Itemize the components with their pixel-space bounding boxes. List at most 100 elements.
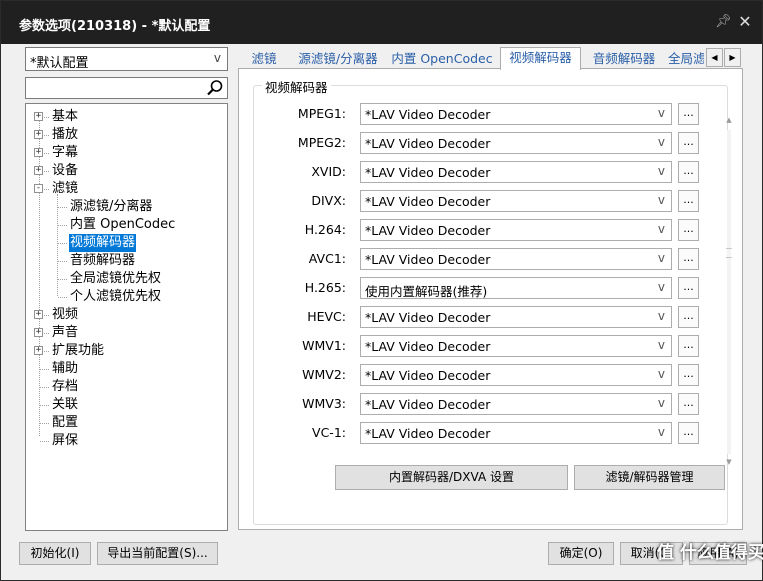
decoder-select-value: *LAV Video Decoder	[365, 223, 491, 238]
ok-button[interactable]: 确定(O)	[548, 542, 614, 565]
tree-item-child[interactable]: 音频解码器	[26, 252, 226, 270]
tab-4[interactable]: 音频解码器	[586, 49, 662, 69]
tree-item-label: 内置 OpenCodec	[70, 217, 176, 232]
group-title: 视频解码器	[262, 77, 331, 96]
video-decoder-group: 视频解码器 ▲ ▼ MPEG1: *LAV Video Decoder v... MP…	[253, 77, 732, 525]
tree-item[interactable]: 辅助	[26, 360, 226, 378]
tab-0[interactable]: 滤镜	[244, 49, 284, 69]
initialize-button[interactable]: 初始化(I)	[19, 542, 91, 565]
close-icon[interactable]: ✕	[735, 12, 755, 32]
decoder-select[interactable]: *LAV Video Decoder v	[360, 132, 672, 154]
chevron-down-icon: v	[657, 135, 665, 149]
tree-item[interactable]: + 扩展功能	[26, 342, 226, 360]
tree-item[interactable]: - 滤镜	[26, 180, 226, 198]
tree-item[interactable]: + 基本	[26, 108, 226, 126]
builtin-decoder-dxva-settings-button[interactable]: 内置解码器/DXVA 设置	[335, 465, 568, 490]
decoder-select-value: *LAV Video Decoder	[365, 310, 491, 325]
decoder-select[interactable]: *LAV Video Decoder v	[360, 248, 672, 270]
tab-1[interactable]: 源滤镜/分离器	[290, 49, 386, 69]
decoder-select[interactable]: *LAV Video Decoder v	[360, 422, 672, 444]
decoder-more-button[interactable]: ...	[678, 364, 699, 386]
scroll-down-icon[interactable]: ▼	[724, 458, 734, 468]
expand-icon[interactable]: +	[34, 328, 43, 337]
search-input[interactable]	[26, 78, 206, 98]
vertical-scrollbar[interactable]: ▲ ▼	[722, 116, 736, 468]
decoder-select-value: *LAV Video Decoder	[365, 368, 491, 383]
tree-item-label: 视频解码器	[69, 234, 137, 252]
tree-item[interactable]: 配置	[26, 414, 226, 432]
decoder-more-button[interactable]: ...	[678, 132, 699, 154]
decoder-more-button[interactable]: ...	[678, 190, 699, 212]
profile-select[interactable]: *默认配置 v	[25, 47, 228, 71]
decoder-select[interactable]: 使用内置解码器(推荐) v	[360, 277, 672, 299]
decoder-select[interactable]: *LAV Video Decoder v	[360, 306, 672, 328]
scroll-grip-icon[interactable]	[726, 248, 732, 258]
tree-item[interactable]: 关联	[26, 396, 226, 414]
decoder-select[interactable]: *LAV Video Decoder v	[360, 393, 672, 415]
decoder-more-button[interactable]: ...	[678, 306, 699, 328]
expand-icon[interactable]: +	[34, 148, 43, 157]
title-bar: 参数选项(210318) - *默认配置 📌︎ ✕	[1, 1, 762, 44]
search-icon[interactable]	[206, 79, 224, 97]
tree-item-label: 扩展功能	[52, 343, 105, 358]
decoder-more-button[interactable]: ...	[678, 219, 699, 241]
decoder-more-button[interactable]: ...	[678, 103, 699, 125]
decoder-format-label: WMV3:	[302, 396, 346, 411]
scroll-track[interactable]	[727, 130, 731, 454]
decoder-select[interactable]: *LAV Video Decoder v	[360, 219, 672, 241]
decoder-select[interactable]: *LAV Video Decoder v	[360, 190, 672, 212]
tab-5[interactable]: 全局滤	[668, 49, 704, 69]
tree-connector-line	[40, 441, 49, 442]
tree-item[interactable]: + 视频	[26, 306, 226, 324]
chevron-down-icon: v	[657, 367, 665, 381]
decoder-format-label: MPEG1:	[297, 106, 346, 121]
scroll-up-icon[interactable]: ▲	[724, 116, 734, 126]
decoder-format-label: XVID:	[311, 164, 346, 179]
tree-item[interactable]: 存档	[26, 378, 226, 396]
tree-connector-line	[58, 225, 67, 226]
decoder-select[interactable]: *LAV Video Decoder v	[360, 335, 672, 357]
decoder-format-label: MPEG2:	[297, 135, 346, 150]
collapse-icon[interactable]: -	[34, 184, 43, 193]
decoder-more-button[interactable]: ...	[678, 277, 699, 299]
expand-icon[interactable]: +	[34, 112, 43, 121]
expand-icon[interactable]: +	[34, 346, 43, 355]
decoder-more-button[interactable]: ...	[678, 393, 699, 415]
tree-item-label: 基本	[52, 109, 79, 124]
tab-scroll-right-icon[interactable]: ▶	[724, 48, 741, 67]
tree-item-child[interactable]: 视频解码器	[26, 234, 226, 252]
decoder-select-value: *LAV Video Decoder	[365, 107, 491, 122]
tab-3[interactable]: 视频解码器	[500, 47, 581, 70]
decoder-more-button[interactable]: ...	[678, 248, 699, 270]
tree-item[interactable]: 屏保	[26, 432, 226, 450]
tree-item[interactable]: + 声音	[26, 324, 226, 342]
tree-item-label: 全局滤镜优先权	[70, 271, 162, 286]
tab-scroll-left-icon[interactable]: ◀	[706, 48, 723, 67]
decoder-more-button[interactable]: ...	[678, 335, 699, 357]
tree-item[interactable]: + 字幕	[26, 144, 226, 162]
decoder-select[interactable]: *LAV Video Decoder v	[360, 364, 672, 386]
tree-connector-line	[58, 297, 67, 298]
chevron-down-icon: v	[657, 309, 665, 323]
tree-item[interactable]: + 设备	[26, 162, 226, 180]
decoder-select[interactable]: *LAV Video Decoder v	[360, 103, 672, 125]
search-field[interactable]	[25, 77, 228, 99]
tree-item-label: 声音	[52, 325, 79, 340]
decoder-more-button[interactable]: ...	[678, 161, 699, 183]
decoder-select[interactable]: *LAV Video Decoder v	[360, 161, 672, 183]
tree-item-child[interactable]: 全局滤镜优先权	[26, 270, 226, 288]
tree-item-child[interactable]: 内置 OpenCodec	[26, 216, 226, 234]
decoder-more-button[interactable]: ...	[678, 422, 699, 444]
tree-item-child[interactable]: 个人滤镜优先权	[26, 288, 226, 306]
expand-icon[interactable]: +	[34, 310, 43, 319]
expand-icon[interactable]: +	[34, 130, 43, 139]
tab-2[interactable]: 内置 OpenCodec	[390, 49, 494, 69]
tree-item-child[interactable]: 源滤镜/分离器	[26, 198, 226, 216]
filter-decoder-manage-button[interactable]: 滤镜/解码器管理	[574, 465, 725, 490]
tree-item[interactable]: + 播放	[26, 126, 226, 144]
expand-icon[interactable]: +	[34, 166, 43, 175]
watermark: 值 什么值得买	[657, 543, 763, 563]
tree-item-label: 字幕	[52, 145, 79, 160]
pin-icon[interactable]: 📌︎	[715, 14, 732, 30]
export-profile-button[interactable]: 导出当前配置(S)...	[97, 542, 218, 565]
